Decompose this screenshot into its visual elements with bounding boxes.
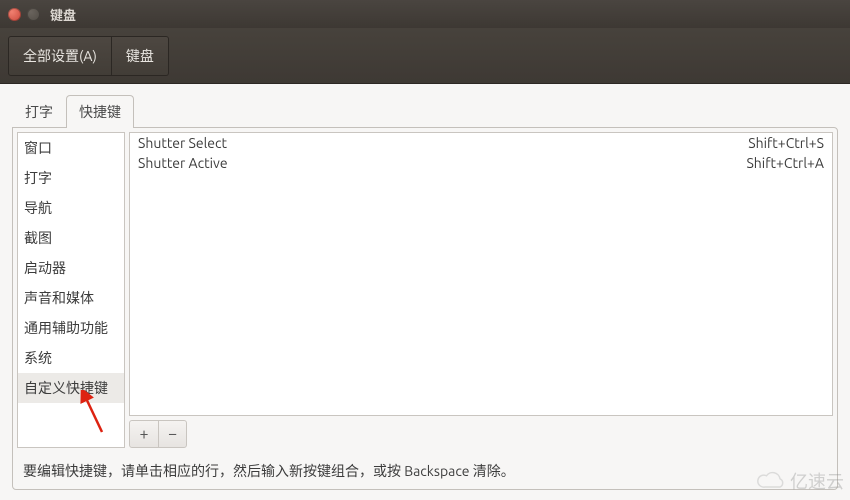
shortcut-accel: Shift+Ctrl+A <box>746 155 824 171</box>
tab-shortcuts[interactable]: 快捷键 <box>66 95 134 128</box>
window-titlebar: 键盘 <box>0 0 850 28</box>
sidebar-item-launcher[interactable]: 启动器 <box>18 253 124 283</box>
shortcut-name: Shutter Select <box>138 135 227 151</box>
sidebar-item-sound[interactable]: 声音和媒体 <box>18 283 124 313</box>
sidebar-item-custom[interactable]: 自定义快捷键 <box>18 373 124 403</box>
all-settings-button[interactable]: 全部设置(A) <box>8 36 112 76</box>
watermark-text: 亿速云 <box>790 468 844 494</box>
shortcut-row[interactable]: Shutter Select Shift+Ctrl+S <box>130 133 832 153</box>
sidebar-item-windows[interactable]: 窗口 <box>18 133 124 163</box>
add-button[interactable]: + <box>130 421 158 447</box>
shortcut-accel: Shift+Ctrl+S <box>748 135 824 151</box>
remove-button[interactable]: − <box>158 421 186 447</box>
content-area: 打字 快捷键 窗口 打字 导航 截图 启动器 声音和媒体 通用辅助功能 系统 自… <box>0 84 850 500</box>
keyboard-crumb-button[interactable]: 键盘 <box>112 36 169 76</box>
shortcut-name: Shutter Active <box>138 155 228 171</box>
header-toolbar: 全部设置(A) 键盘 <box>0 28 850 84</box>
category-sidebar: 窗口 打字 导航 截图 启动器 声音和媒体 通用辅助功能 系统 自定义快捷键 <box>17 132 125 448</box>
add-remove-toolbar: + − <box>129 420 187 448</box>
hint-text: 要编辑快捷键，请单击相应的行，然后输入新按键组合，或按 Backspace 清除… <box>17 448 833 485</box>
minimize-icon[interactable] <box>27 8 40 21</box>
cloud-icon <box>756 471 786 491</box>
sidebar-item-typing[interactable]: 打字 <box>18 163 124 193</box>
close-icon[interactable] <box>8 8 21 21</box>
sidebar-item-accessibility[interactable]: 通用辅助功能 <box>18 313 124 343</box>
sidebar-item-navigation[interactable]: 导航 <box>18 193 124 223</box>
sidebar-item-system[interactable]: 系统 <box>18 343 124 373</box>
window-title: 键盘 <box>50 5 76 24</box>
shortcut-list[interactable]: Shutter Select Shift+Ctrl+S Shutter Acti… <box>129 132 833 416</box>
sidebar-item-screenshot[interactable]: 截图 <box>18 223 124 253</box>
tab-strip: 打字 快捷键 <box>12 94 838 127</box>
watermark: 亿速云 <box>756 468 844 494</box>
tab-typing[interactable]: 打字 <box>12 95 66 128</box>
shortcut-row[interactable]: Shutter Active Shift+Ctrl+A <box>130 153 832 173</box>
tab-panel: 窗口 打字 导航 截图 启动器 声音和媒体 通用辅助功能 系统 自定义快捷键 S… <box>12 127 838 490</box>
